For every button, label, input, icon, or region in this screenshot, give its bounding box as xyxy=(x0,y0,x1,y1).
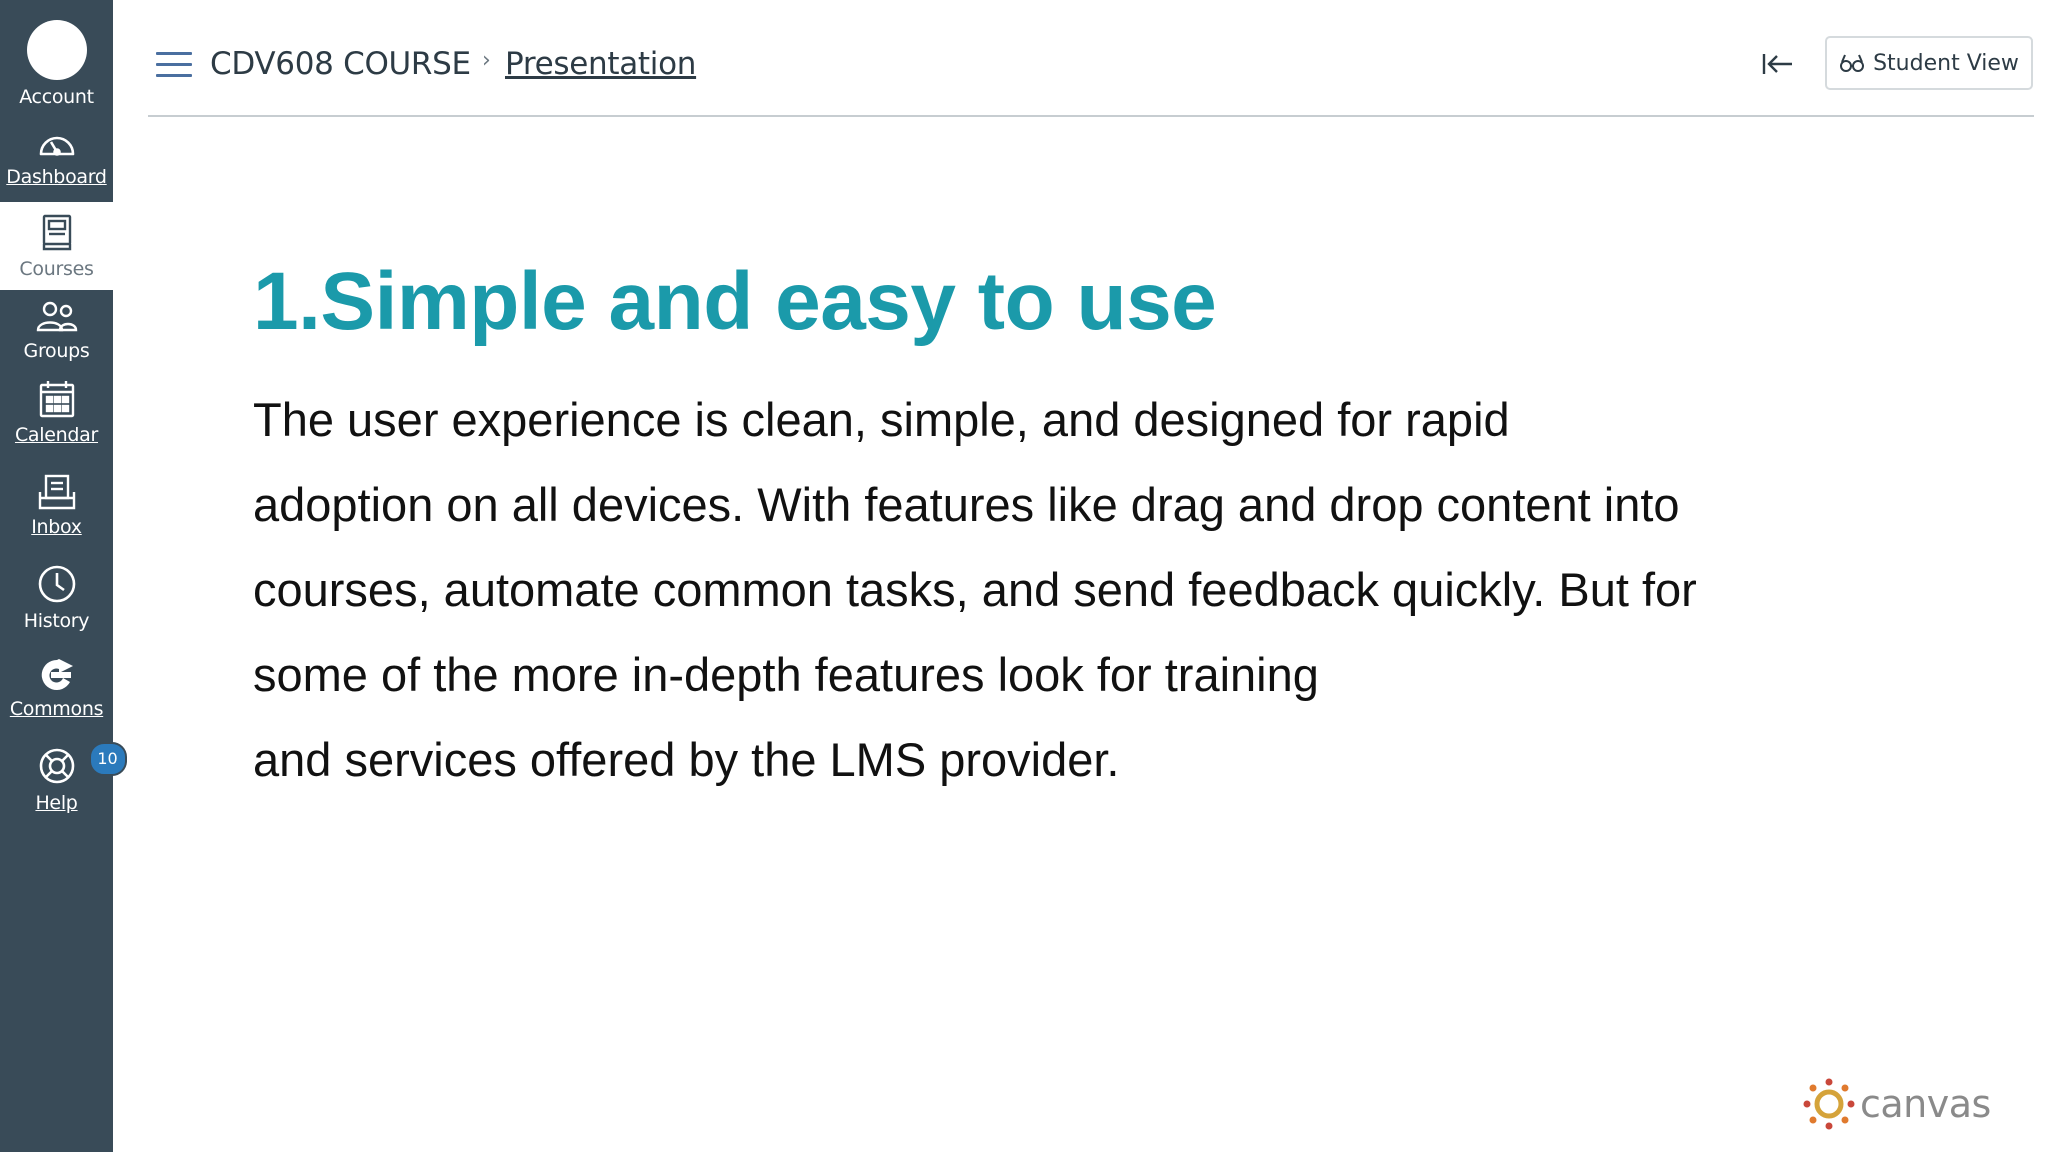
nav-commons[interactable]: Commons xyxy=(0,658,113,720)
page-content: 1.Simple and easy to use The user experi… xyxy=(253,255,1953,802)
body-line: and services offered by the LMS provider… xyxy=(253,733,1120,786)
body-line: adoption on all devices. With features l… xyxy=(253,478,1680,531)
nav-account[interactable]: Account xyxy=(0,20,113,108)
canvas-logo-icon xyxy=(1803,1078,1855,1130)
courses-icon xyxy=(42,214,71,251)
nav-label-commons: Commons xyxy=(9,698,104,720)
collapse-sidebar-button[interactable] xyxy=(1758,44,1798,84)
student-view-button[interactable]: Student View xyxy=(1825,36,2033,90)
canvas-logo-word: canvas xyxy=(1860,1082,1991,1126)
hamburger-line xyxy=(156,74,192,77)
inbox-icon xyxy=(38,474,75,510)
dashboard-icon xyxy=(39,136,74,156)
commons-icon xyxy=(41,659,73,690)
help-icon xyxy=(39,748,74,784)
nav-history[interactable]: History xyxy=(0,564,113,632)
nav-label-groups: Groups xyxy=(23,340,90,362)
page-header: CDV608 COURSE › Presentation Student Vie… xyxy=(148,0,2034,117)
global-nav: Account Dashboard Courses Groups Calenda… xyxy=(0,0,127,1152)
nav-label-help: Help xyxy=(35,792,78,814)
nav-groups[interactable]: Groups xyxy=(0,300,113,362)
breadcrumb-course[interactable]: CDV608 COURSE xyxy=(210,46,471,82)
nav-label-inbox: Inbox xyxy=(31,516,82,538)
nav-label-courses: Courses xyxy=(19,258,94,280)
history-icon xyxy=(38,565,75,603)
body-line: some of the more in-depth features look … xyxy=(253,648,1319,701)
nav-label-dashboard: Dashboard xyxy=(6,166,107,188)
nav-label-account: Account xyxy=(19,86,94,108)
body-line: The user experience is clean, simple, an… xyxy=(253,393,1510,446)
nav-dashboard[interactable]: Dashboard xyxy=(0,128,113,188)
canvas-logo: canvas xyxy=(1802,1075,2002,1133)
nav-courses[interactable]: Courses xyxy=(0,202,113,290)
nav-inbox[interactable]: Inbox xyxy=(0,474,113,538)
help-badge: 10 xyxy=(88,742,127,776)
calendar-icon xyxy=(39,381,74,418)
page-title: 1.Simple and easy to use xyxy=(253,256,1217,347)
breadcrumb-page[interactable]: Presentation xyxy=(505,46,696,82)
student-view-label: Student View xyxy=(1873,50,2019,76)
nav-label-history: History xyxy=(23,610,90,632)
nav-label-calendar: Calendar xyxy=(14,424,99,446)
arrow-left-to-line-icon xyxy=(1762,54,1792,74)
hamburger-line xyxy=(156,52,192,55)
glasses-icon xyxy=(1840,54,1865,72)
page-body: The user experience is clean, simple, an… xyxy=(253,377,1953,802)
body-line: courses, automate common tasks, and send… xyxy=(253,563,1697,616)
menu-toggle-button[interactable] xyxy=(156,52,192,78)
nav-help[interactable]: 10 Help xyxy=(0,742,127,814)
nav-calendar[interactable]: Calendar xyxy=(0,380,113,446)
groups-icon xyxy=(36,301,77,332)
help-icon-wrap: 10 xyxy=(37,742,127,786)
avatar xyxy=(26,20,87,80)
hamburger-line xyxy=(156,63,192,66)
breadcrumb-separator: › xyxy=(482,48,491,73)
